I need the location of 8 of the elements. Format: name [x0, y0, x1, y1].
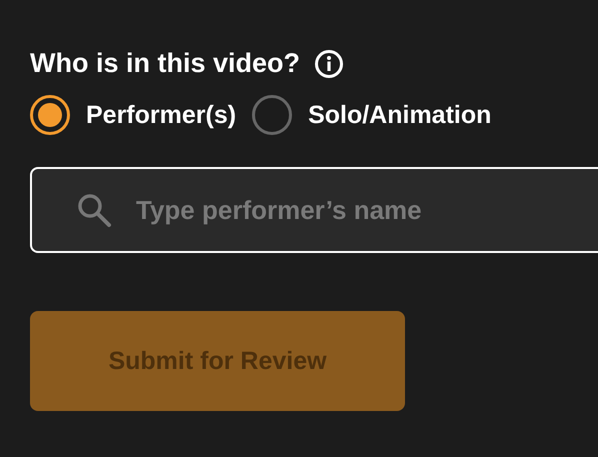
- info-icon[interactable]: [314, 48, 344, 78]
- search-icon: [76, 192, 112, 228]
- search-field[interactable]: Type performer’s name: [30, 167, 598, 253]
- radio-option[interactable]: Performer(s): [30, 95, 236, 135]
- question-label: Who is in this video?: [30, 48, 300, 79]
- radio-button[interactable]: [252, 95, 292, 135]
- radio-button[interactable]: [30, 95, 70, 135]
- radio-option[interactable]: Solo/Animation: [252, 95, 492, 135]
